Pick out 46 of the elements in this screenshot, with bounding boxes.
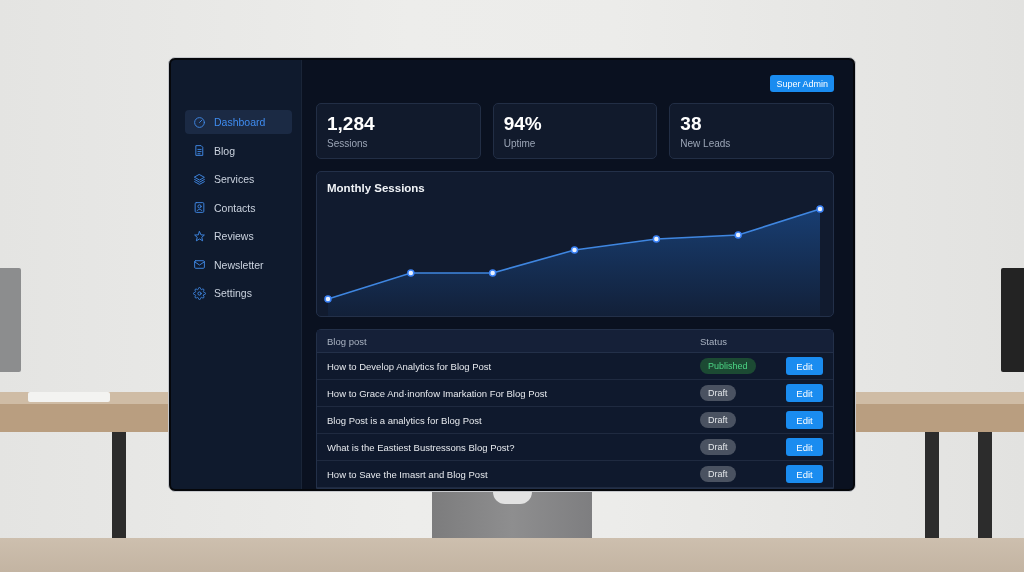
stat-label: Uptime [503, 138, 536, 149]
envelope-icon [193, 258, 206, 271]
edit-button[interactable]: Edit [786, 411, 823, 429]
stat-value: 94% [503, 113, 542, 135]
super-admin-button[interactable]: Super Admin [770, 75, 834, 92]
table-cell: How to Develop Analytics for Blog Post [327, 360, 492, 372]
contact-card-icon [193, 201, 206, 214]
sidebar-item[interactable]: Services [185, 167, 292, 191]
stat-value: 1,284 [327, 113, 375, 135]
stat-label: Sessions [327, 138, 368, 149]
data-point [407, 269, 415, 277]
edit-button[interactable]: Edit [786, 438, 823, 456]
gear-icon [193, 286, 206, 300]
stat-label: New Leads [680, 138, 731, 149]
sidebar-item[interactable]: Newsletter [185, 252, 292, 277]
document-icon [193, 144, 206, 157]
layers-icon [193, 172, 206, 186]
chart-title: Monthly Sessions [327, 182, 425, 194]
star-icon [193, 229, 206, 243]
status-badge: Draft [700, 439, 736, 455]
status-badge: Draft [700, 412, 736, 428]
sidebar-item[interactable]: Reviews [185, 224, 292, 248]
column-header: Status [700, 335, 727, 347]
data-point [324, 295, 332, 303]
stat-value: 38 [680, 113, 702, 135]
edit-button[interactable]: Edit [786, 384, 823, 402]
status-badge: Draft [700, 385, 736, 401]
data-point [652, 235, 661, 243]
gauge-icon [193, 115, 206, 129]
table-cell: How to Save the Imasrt and Blog Post [327, 468, 488, 480]
table-cell: Blog Post is a analytics for Blog Post [327, 414, 482, 426]
table-cell: What is the Eastiest Bustressons Blog Post? [327, 441, 515, 453]
sidebar-item[interactable]: Contacts [185, 195, 292, 220]
status-badge: Published [700, 358, 756, 374]
data-point [816, 205, 824, 213]
edit-button[interactable]: Edit [786, 465, 823, 483]
data-point [734, 231, 742, 239]
edit-button[interactable]: Edit [786, 357, 823, 375]
sidebar-item[interactable]: Dashboard [185, 110, 292, 134]
status-badge: Draft [700, 466, 736, 482]
data-point [570, 246, 579, 254]
column-header: Blog post [327, 335, 367, 347]
sidebar-item[interactable]: Blog [185, 138, 292, 163]
sidebar-item[interactable]: Settings [185, 281, 292, 305]
data-point [488, 269, 497, 277]
table-cell: How to Grace And·inonfow Imarkation For Blog Post [327, 387, 548, 399]
